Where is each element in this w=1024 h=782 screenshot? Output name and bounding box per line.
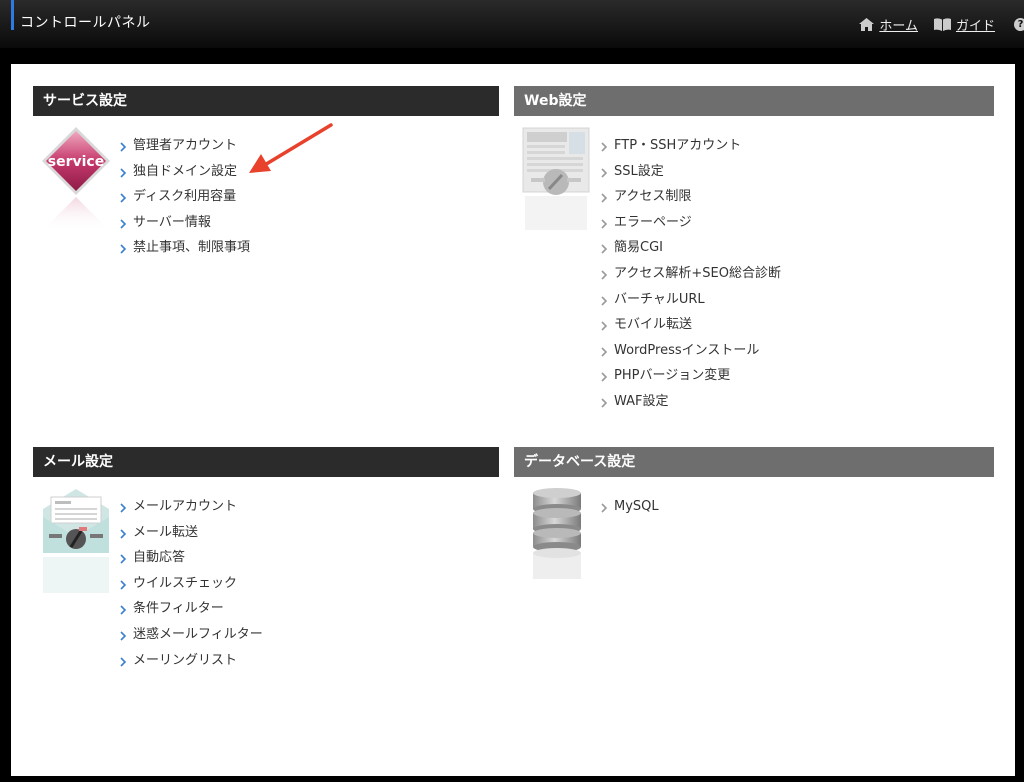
menu-item-condition-filter[interactable]: 条件フィルター bbox=[120, 600, 263, 626]
menu-item-spam-filter[interactable]: 迷惑メールフィルター bbox=[120, 626, 263, 652]
mail-menu: メールアカウント メール転送 自動応答 ウイルスチェック 条件フィルター 迷惑メ… bbox=[120, 498, 263, 677]
top-bar: コントロールパネル ホーム ガイド ? bbox=[0, 0, 1024, 48]
guide-link-label: ガイド bbox=[955, 19, 995, 34]
chevron-right-icon bbox=[120, 578, 127, 596]
chevron-right-icon bbox=[120, 217, 127, 235]
mail-section: メール設定 メールアカウント メール転送 自動応答 ウイルスチェック 条件フィル… bbox=[33, 447, 499, 668]
chevron-right-icon bbox=[601, 217, 608, 235]
chevron-right-icon bbox=[120, 242, 127, 260]
service-icon: service bbox=[41, 126, 111, 234]
chevron-right-icon bbox=[601, 396, 608, 414]
web-icon bbox=[521, 126, 591, 234]
chevron-right-icon bbox=[601, 370, 608, 388]
menu-item-mobile-redirect[interactable]: モバイル転送 bbox=[601, 316, 781, 342]
chevron-right-icon bbox=[601, 345, 608, 363]
database-section-title: データベース設定 bbox=[514, 447, 994, 477]
page-title: コントロールパネル bbox=[20, 15, 151, 31]
menu-item-mysql[interactable]: MySQL bbox=[601, 498, 659, 524]
menu-item-php-version[interactable]: PHPバージョン変更 bbox=[601, 367, 781, 393]
service-section: サービス設定 service 管理者アカウント 独自ドメイン設定 ディスク利用容… bbox=[33, 86, 499, 255]
top-nav: ホーム ガイド ? bbox=[859, 15, 1024, 34]
web-menu: FTP・SSHアカウント SSL設定 アクセス制限 エラーページ 簡易CGI ア… bbox=[601, 137, 781, 419]
menu-item-simple-cgi[interactable]: 簡易CGI bbox=[601, 239, 781, 265]
menu-item-virus-check[interactable]: ウイルスチェック bbox=[120, 575, 263, 601]
menu-item-error-page[interactable]: エラーページ bbox=[601, 214, 781, 240]
service-icon-text: service bbox=[48, 154, 104, 170]
chevron-right-icon bbox=[120, 191, 127, 209]
chevron-right-icon bbox=[601, 319, 608, 337]
menu-item-server-info[interactable]: サーバー情報 bbox=[120, 214, 250, 240]
home-icon bbox=[859, 18, 875, 31]
chevron-right-icon bbox=[601, 166, 608, 184]
menu-item-wordpress-install[interactable]: WordPressインストール bbox=[601, 342, 781, 368]
menu-item-custom-domain[interactable]: 独自ドメイン設定 bbox=[120, 163, 250, 189]
guide-link[interactable]: ガイド bbox=[933, 15, 995, 34]
menu-item-access-analysis[interactable]: アクセス解析+SEO総合診断 bbox=[601, 265, 781, 291]
book-icon bbox=[933, 18, 951, 31]
menu-item-virtual-url[interactable]: バーチャルURL bbox=[601, 291, 781, 317]
mail-icon bbox=[41, 487, 111, 595]
title-accent bbox=[11, 0, 14, 30]
service-menu: 管理者アカウント 独自ドメイン設定 ディスク利用容量 サーバー情報 禁止事項、制… bbox=[120, 137, 250, 265]
web-section: Web設定 FTP・SSHアカウント SSL設定 アクセス制限 エラーページ 簡… bbox=[514, 86, 994, 409]
chevron-right-icon bbox=[601, 140, 608, 158]
menu-item-mail-account[interactable]: メールアカウント bbox=[120, 498, 263, 524]
chevron-right-icon bbox=[601, 191, 608, 209]
chevron-right-icon bbox=[120, 527, 127, 545]
service-section-title: サービス設定 bbox=[33, 86, 499, 116]
database-section: データベース設定 MySQL bbox=[514, 447, 994, 579]
content-panel: サービス設定 service 管理者アカウント 独自ドメイン設定 ディスク利用容… bbox=[11, 64, 1015, 776]
help-icon: ? bbox=[1014, 18, 1024, 31]
menu-item-restrictions[interactable]: 禁止事項、制限事項 bbox=[120, 239, 250, 265]
home-link-label: ホーム bbox=[879, 19, 918, 34]
database-icon bbox=[529, 487, 599, 595]
chevron-right-icon bbox=[120, 603, 127, 621]
menu-item-mailing-list[interactable]: メーリングリスト bbox=[120, 652, 263, 678]
database-menu: MySQL bbox=[601, 498, 659, 524]
chevron-right-icon bbox=[120, 552, 127, 570]
menu-item-disk-usage[interactable]: ディスク利用容量 bbox=[120, 188, 250, 214]
menu-item-ssl[interactable]: SSL設定 bbox=[601, 163, 781, 189]
menu-item-access-restriction[interactable]: アクセス制限 bbox=[601, 188, 781, 214]
chevron-right-icon bbox=[601, 294, 608, 312]
chevron-right-icon bbox=[120, 655, 127, 673]
mail-section-title: メール設定 bbox=[33, 447, 499, 477]
web-section-title: Web設定 bbox=[514, 86, 994, 116]
chevron-right-icon bbox=[120, 166, 127, 184]
chevron-right-icon bbox=[120, 501, 127, 519]
chevron-right-icon bbox=[601, 501, 608, 519]
home-link[interactable]: ホーム bbox=[859, 15, 918, 34]
chevron-right-icon bbox=[601, 268, 608, 286]
menu-item-waf[interactable]: WAF設定 bbox=[601, 393, 781, 419]
chevron-right-icon bbox=[601, 242, 608, 260]
chevron-right-icon bbox=[120, 140, 127, 158]
menu-item-ftp-ssh[interactable]: FTP・SSHアカウント bbox=[601, 137, 781, 163]
annotation-arrow bbox=[249, 123, 333, 173]
menu-item-admin-account[interactable]: 管理者アカウント bbox=[120, 137, 250, 163]
menu-item-mail-forward[interactable]: メール転送 bbox=[120, 524, 263, 550]
help-button[interactable]: ? bbox=[1011, 18, 1024, 31]
menu-item-auto-reply[interactable]: 自動応答 bbox=[120, 549, 263, 575]
chevron-right-icon bbox=[120, 629, 127, 647]
